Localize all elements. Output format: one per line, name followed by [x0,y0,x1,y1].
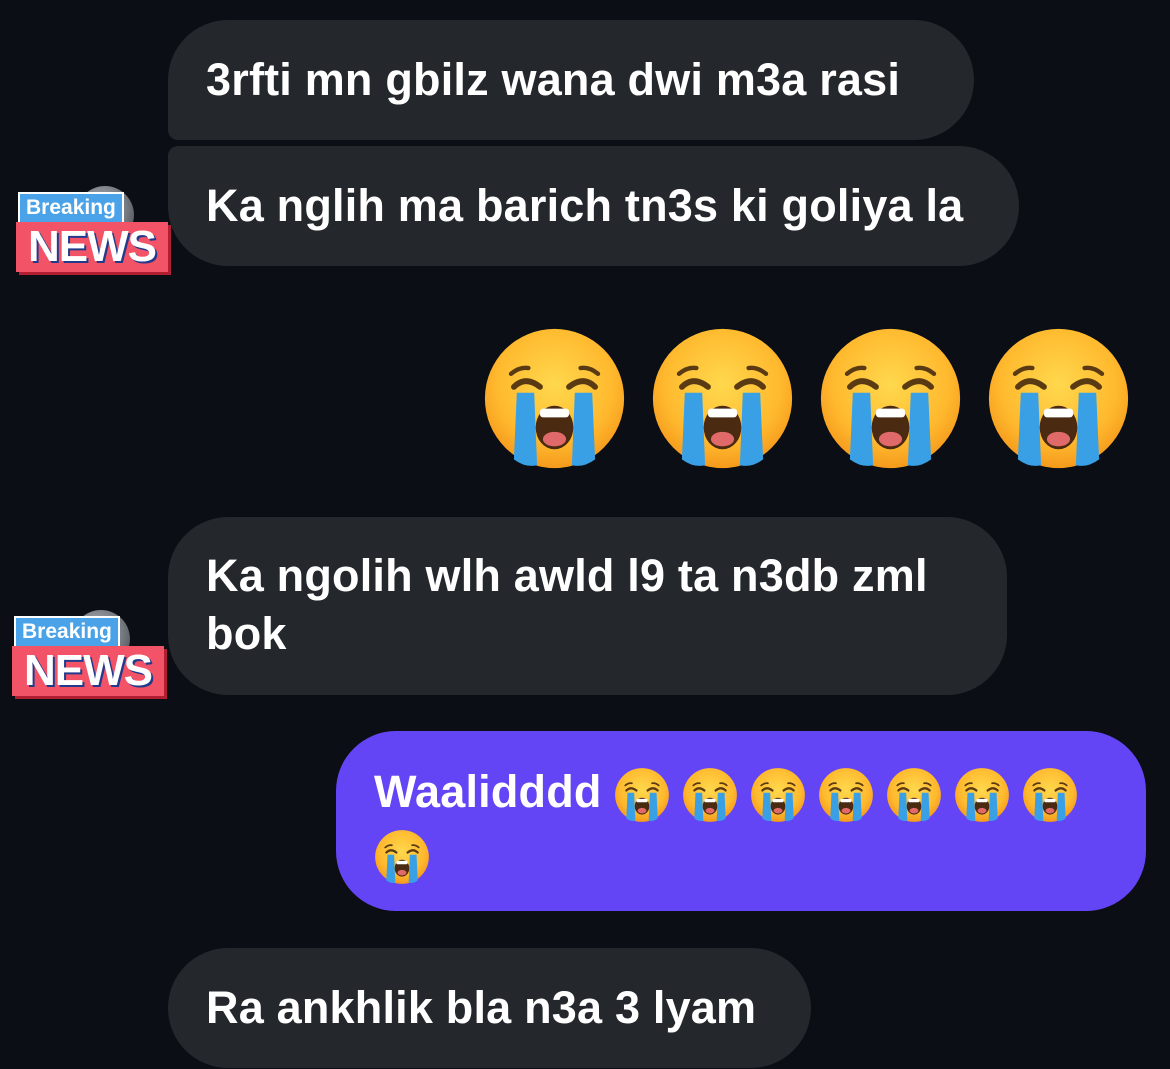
message-text: Waalidddd [374,766,602,817]
received-message-bubble[interactable]: Ka nglih ma barich tn3s ki goliya la [168,146,1019,266]
received-message-bubble[interactable]: Ra ankhlik bla n3a 3 lyam [168,948,811,1068]
loudly-crying-face-icon [682,767,738,823]
message-text: Ka nglih ma barich tn3s ki goliya la [206,180,964,231]
loudly-crying-face-icon [650,326,795,471]
message-content: Waalidddd [374,761,1116,885]
chat-screen: 3rfti mn gbilz wana dwi m3a rasi Ka ngli… [0,0,1170,1069]
loudly-crying-face-icon [374,829,430,885]
loudly-crying-face-icon [1022,767,1078,823]
received-message-bubble[interactable]: 3rfti mn gbilz wana dwi m3a rasi [168,20,974,140]
avatar-breaking-label: Breaking [14,616,120,648]
avatar-news-label: NEWS [12,646,164,696]
loudly-crying-face-icon [750,767,806,823]
loudly-crying-face-icon [614,767,670,823]
loudly-crying-face-icon [482,326,627,471]
sent-emoji-message[interactable] [482,326,1131,471]
message-text: Ka ngolih wlh awld l9 ta n3db zml bok [206,550,928,659]
message-text: 3rfti mn gbilz wana dwi m3a rasi [206,54,901,105]
sent-message-bubble[interactable]: Waalidddd [336,731,1146,911]
message-text: Ra ankhlik bla n3a 3 lyam [206,982,757,1033]
loudly-crying-face-icon [886,767,942,823]
loudly-crying-face-icon [818,326,963,471]
loudly-crying-face-icon [818,767,874,823]
loudly-crying-face-icon [986,326,1131,471]
avatar-news-label: NEWS [16,222,168,272]
received-message-bubble[interactable]: Ka ngolih wlh awld l9 ta n3db zml bok [168,517,1007,695]
sender-avatar[interactable]: Breaking NEWS [14,186,174,281]
sender-avatar[interactable]: Breaking NEWS [10,610,170,705]
avatar-breaking-label: Breaking [18,192,124,224]
loudly-crying-face-icon [954,767,1010,823]
